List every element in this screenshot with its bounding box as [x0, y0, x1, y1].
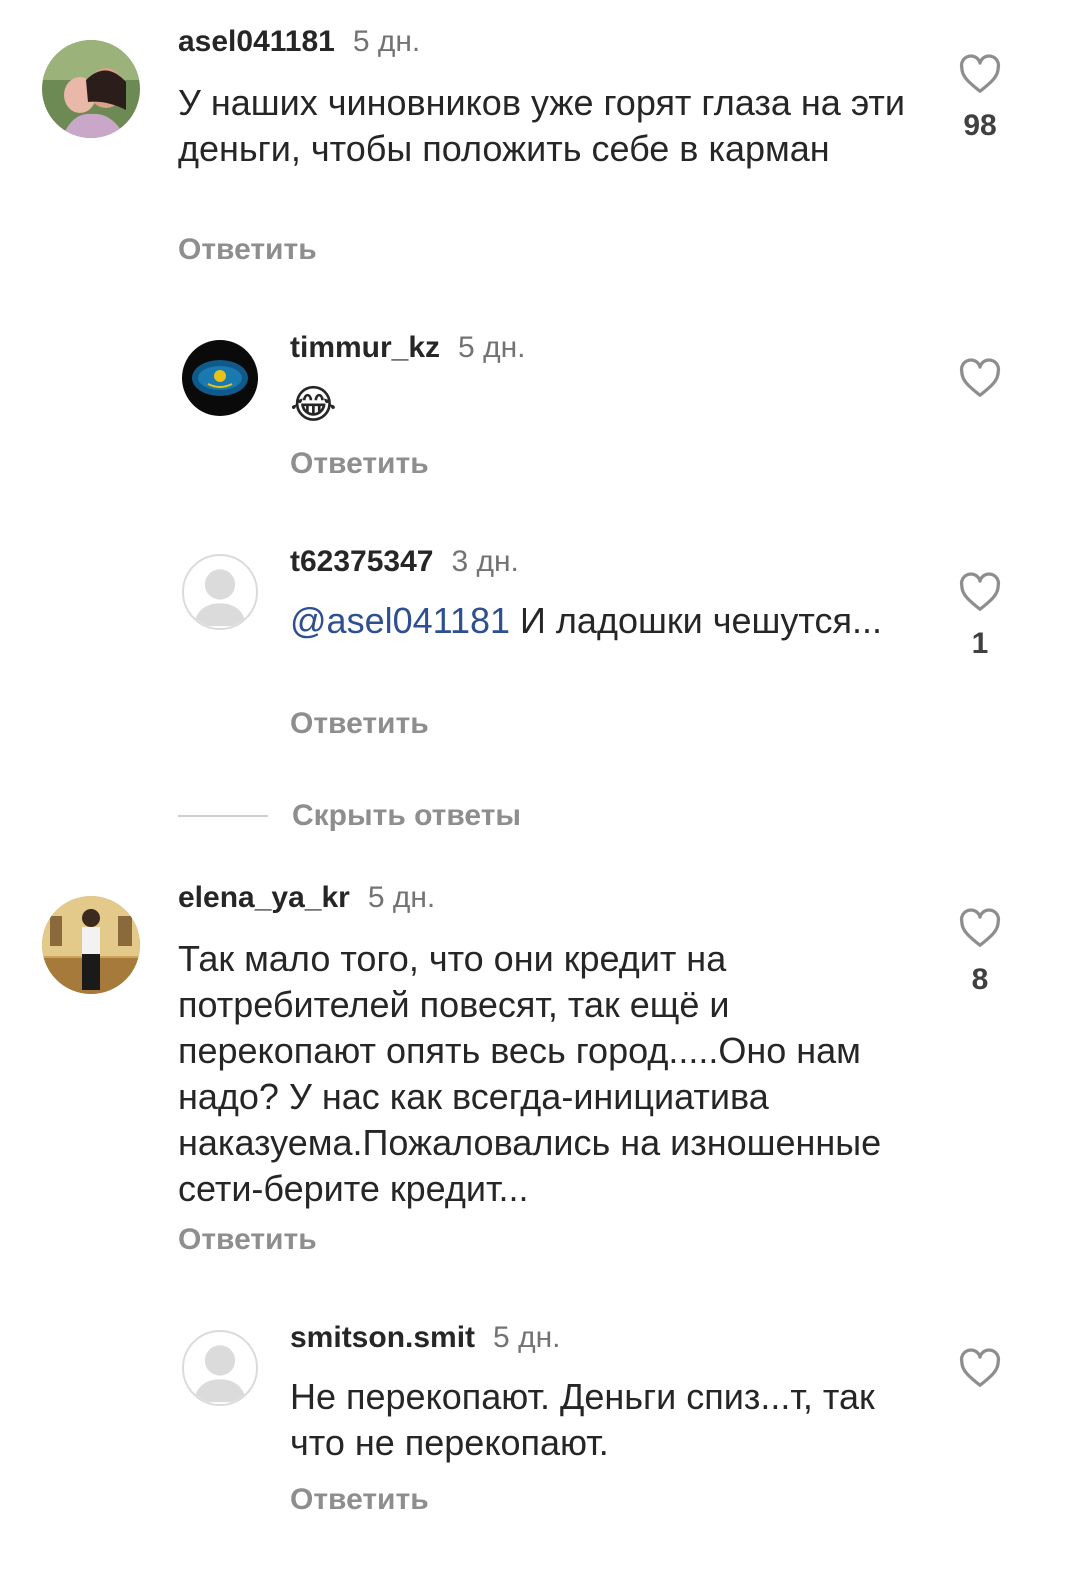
like-control	[950, 1348, 1010, 1402]
user-photo-avatar-image	[42, 896, 140, 994]
comment-text: @asel041181 И ладошки чешутся...	[290, 598, 910, 644]
comment-text: Так мало того, что они кредит на потреби…	[178, 938, 882, 1209]
reply-button[interactable]: Ответить	[290, 706, 429, 742]
heart-outline-icon[interactable]	[958, 358, 1002, 398]
reply-button[interactable]: Ответить	[178, 232, 317, 268]
comment-header: asel041181 5 дн.	[178, 24, 420, 60]
divider-line	[178, 815, 268, 817]
like-control: 98	[950, 54, 1010, 144]
username[interactable]: asel041181	[178, 25, 335, 58]
person-silhouette-icon	[193, 1345, 247, 1403]
timestamp: 3 дн.	[451, 545, 519, 578]
like-control: 8	[950, 908, 1010, 998]
person-silhouette-icon	[193, 569, 247, 627]
comment-text: У наших чиновников уже горят глаза на эт…	[178, 82, 905, 169]
hide-replies-button[interactable]: Скрыть ответы	[292, 798, 521, 834]
timestamp: 5 дн.	[367, 881, 436, 914]
heart-outline-icon[interactable]	[958, 1348, 1002, 1388]
username[interactable]: t62375347	[290, 545, 433, 578]
comment-header: timmur_kz 5 дн.	[290, 330, 525, 366]
comment-header: smitson.smit 5 дн.	[290, 1320, 560, 1356]
timestamp: 5 дн.	[352, 25, 421, 58]
hide-replies-row[interactable]: Скрыть ответы	[0, 796, 1080, 836]
like-count: 1	[971, 627, 989, 660]
comment-header: elena_ya_kr 5 дн.	[178, 880, 435, 916]
default-avatar-icon[interactable]	[182, 1330, 258, 1406]
username[interactable]: timmur_kz	[290, 331, 440, 364]
like-control	[950, 358, 1010, 412]
reply-button[interactable]: Ответить	[178, 1222, 317, 1258]
comment-body: И ладошки чешутся...	[510, 600, 882, 641]
username[interactable]: elena_ya_kr	[178, 881, 350, 914]
default-avatar-icon[interactable]	[182, 554, 258, 630]
timestamp: 5 дн.	[458, 331, 526, 364]
like-count: 8	[971, 963, 989, 996]
avatar[interactable]	[182, 340, 258, 416]
user-photo-avatar-image	[42, 40, 140, 138]
comment-text: Не перекопают. Деньги спиз...т, так что …	[290, 1376, 875, 1463]
heart-outline-icon[interactable]	[958, 54, 1002, 94]
mention-link[interactable]: @asel041181	[290, 600, 510, 641]
username[interactable]: smitson.smit	[290, 1321, 475, 1354]
heart-outline-icon[interactable]	[958, 908, 1002, 948]
comment-text: 😂	[290, 383, 337, 427]
reply-button[interactable]: Ответить	[290, 1482, 429, 1518]
avatar[interactable]	[42, 40, 140, 138]
timestamp: 5 дн.	[493, 1321, 561, 1354]
avatar[interactable]	[42, 896, 140, 994]
flag-avatar-image	[182, 340, 258, 416]
heart-outline-icon[interactable]	[958, 572, 1002, 612]
like-count: 98	[963, 109, 997, 142]
like-control: 1	[950, 572, 1010, 662]
reply-button[interactable]: Ответить	[290, 446, 429, 482]
comment-header: t62375347 3 дн.	[290, 544, 519, 580]
